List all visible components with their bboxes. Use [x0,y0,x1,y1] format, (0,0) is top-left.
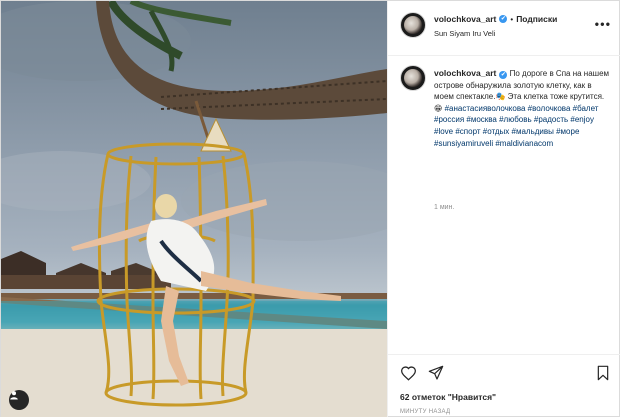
likes-number: 62 отметок [400,392,446,402]
user-glyph [10,391,18,400]
comment-time: 1 мин. [434,204,455,211]
bookmark-icon[interactable] [596,365,610,386]
bookmark-glyph [597,365,609,381]
paper-plane-glyph [428,365,444,380]
paper-plane-icon[interactable] [428,365,444,386]
post-frame: volochkova_art ✔ • Подписки Sun Siyam Ir… [0,0,620,417]
likes-suffix: "Нравится" [447,392,497,402]
ellipsis-icon[interactable]: • • • [595,17,610,31]
caption-hashtags[interactable]: #анастасияволочкова #волочкова #балет #р… [434,104,598,148]
follow-button[interactable]: Подписки [516,14,557,24]
avatar[interactable] [400,12,426,38]
user-icon[interactable] [9,390,29,410]
header-username[interactable]: volochkova_art [434,14,496,24]
header-user: volochkova_art ✔ • Подписки [434,14,557,24]
posted-ago: МИНУТУ НАЗАД [400,409,451,415]
photo-illustration [1,1,387,417]
caption-body: volochkova_art ✔ По дороге в Спа на нашем… [434,68,610,149]
heart-glyph [400,366,417,381]
post-header: volochkova_art ✔ • Подписки Sun Siyam Ir… [388,1,620,56]
post-side-panel: volochkova_art ✔ • Подписки Sun Siyam Ir… [387,1,620,417]
caption-avatar[interactable] [400,65,426,91]
post-actions: 62 отметок "Нравится" МИНУТУ НАЗАД [388,354,620,417]
location-link[interactable]: Sun Siyam Iru Veli [434,29,495,38]
header-separator: • [510,14,514,24]
post-photo[interactable] [1,1,387,417]
likes-count[interactable]: 62 отметок "Нравится" [400,392,496,402]
caption-username[interactable]: volochkova_art [434,68,496,78]
caption-verified-icon: ✔ [499,71,508,79]
verified-icon: ✔ [499,15,508,23]
heart-icon[interactable] [400,365,417,386]
